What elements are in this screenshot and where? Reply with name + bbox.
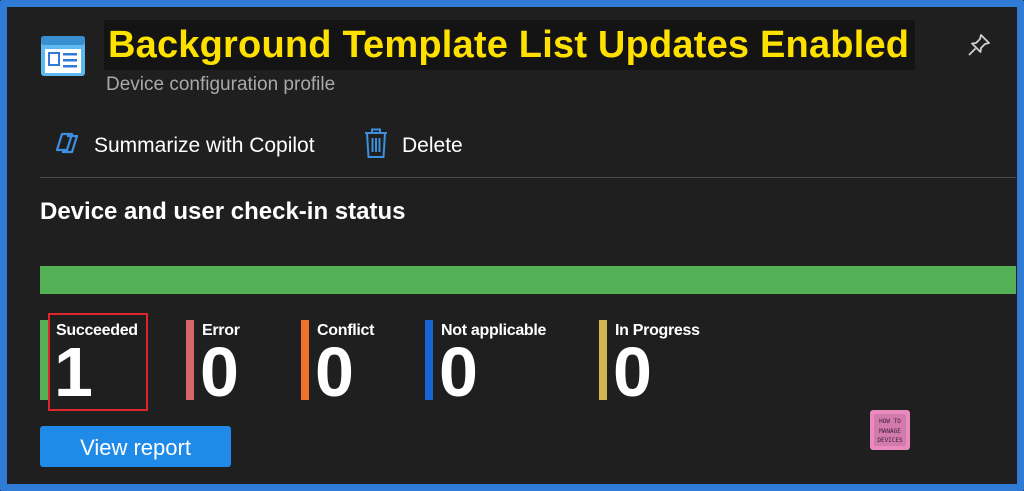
delete-button[interactable]: Delete: [362, 128, 463, 164]
status-count: 0: [315, 333, 354, 411]
summarize-label: Summarize with Copilot: [94, 134, 315, 157]
page-title: Background Template List Updates Enabled: [104, 20, 916, 70]
section-title: Device and user check-in status: [40, 198, 406, 225]
copilot-icon: [52, 128, 82, 164]
status-count: 0: [439, 333, 478, 411]
status-count: 0: [200, 333, 239, 411]
delete-label: Delete: [402, 134, 463, 157]
status-count: 0: [613, 333, 652, 411]
status-bar-not-applicable: [425, 320, 433, 400]
status-bar-error: [186, 320, 194, 400]
checkin-progress-bar: [40, 266, 1016, 294]
trash-icon: [362, 127, 390, 165]
status-bar-in-progress: [599, 320, 607, 400]
svg-text:HOW TO: HOW TO: [879, 418, 901, 425]
succeeded-highlight-box: [48, 313, 148, 411]
summarize-copilot-button[interactable]: Summarize with Copilot: [52, 128, 315, 164]
status-bar-succeeded: [40, 320, 48, 400]
svg-text:MANAGE: MANAGE: [879, 428, 901, 435]
svg-text:DEVICES: DEVICES: [877, 437, 903, 444]
watermark-logo: HOW TO MANAGE DEVICES: [870, 410, 910, 450]
status-bar-conflict: [301, 320, 309, 400]
toolbar-divider: [40, 177, 1016, 178]
view-report-button[interactable]: View report: [40, 426, 231, 467]
progress-fill-succeeded: [40, 266, 1016, 294]
page-subtitle: Device configuration profile: [106, 74, 336, 95]
profile-window-icon: [40, 35, 86, 77]
pin-icon[interactable]: [964, 30, 994, 60]
